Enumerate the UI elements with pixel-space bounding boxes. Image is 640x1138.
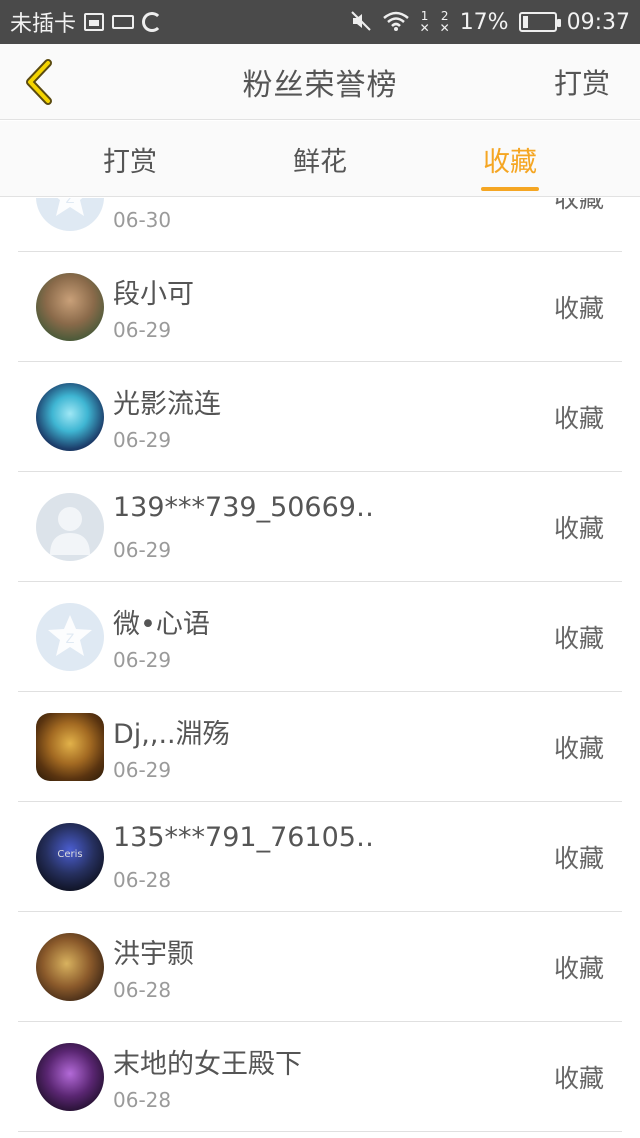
sync-icon — [142, 12, 163, 32]
nav-bar: 粉丝荣誉榜 打赏 — [0, 44, 640, 120]
back-button[interactable] — [12, 54, 68, 110]
fan-date: 06-29 — [113, 318, 172, 342]
purple-avatar — [36, 1043, 104, 1111]
svg-text:Z: Z — [66, 630, 75, 646]
fan-name: 段小可 — [113, 279, 194, 310]
sim1-signal-icon: 1 ✕ — [419, 9, 430, 35]
qq-default-avatar: Z — [36, 603, 104, 671]
tab-bar: 打赏 鲜花 收藏 — [0, 121, 640, 197]
fan-date: 06-29 — [113, 428, 172, 452]
photo-avatar — [36, 273, 104, 341]
warm-avatar — [36, 933, 104, 1001]
fan-date: 06-28 — [113, 978, 172, 1002]
list-item[interactable]: 洪宇颢 06-28 收藏 — [18, 912, 622, 1022]
fan-action-label: 收藏 — [553, 1064, 604, 1093]
list-item[interactable]: 光影流连 06-29 收藏 — [18, 362, 622, 472]
fan-date: 06-29 — [113, 538, 172, 562]
wifi-icon — [382, 10, 410, 35]
fan-name: 光影流连 — [113, 389, 221, 420]
battery-icon — [518, 12, 561, 32]
fan-action-label: 收藏 — [553, 624, 604, 653]
tab-label: 打赏 — [103, 146, 157, 178]
status-bar: 未插卡 1 ✕ 2 ✕ 17% 09:37 — [0, 0, 640, 44]
page-title: 粉丝荣誉榜 — [242, 67, 398, 103]
fan-name: Dj,,..淵殇 — [113, 719, 230, 750]
fan-name: 末地的女王殿下 — [113, 1049, 302, 1080]
fan-action-label: 收藏 — [553, 954, 604, 983]
fan-date: 06-30 — [113, 208, 172, 232]
fan-name: 微•心语 — [113, 609, 210, 640]
fan-action-label: 收藏 — [553, 294, 604, 323]
tab-label: 鲜花 — [293, 146, 347, 178]
fan-date: 06-29 — [113, 648, 172, 672]
active-tab-indicator — [481, 187, 539, 191]
fan-action-label: 收藏 — [553, 514, 604, 543]
list-item[interactable]: Dj,,..淵殇 06-29 收藏 — [18, 692, 622, 802]
list-item[interactable]: Z 06-30 收藏 — [18, 198, 622, 252]
mute-icon — [350, 10, 372, 35]
tab-flowers[interactable]: 鲜花 — [250, 121, 390, 197]
tab-reward[interactable]: 打赏 — [60, 121, 200, 197]
list-item[interactable]: Z 微•心语 06-29 收藏 — [18, 582, 622, 692]
fan-date: 06-28 — [113, 868, 172, 892]
fan-name: 139***739_50669… — [113, 492, 373, 523]
battery-percent: 17% — [459, 9, 509, 35]
fan-name: 135***791_76105… — [113, 822, 373, 853]
fan-list[interactable]: Z 06-30 收藏 段小可 06-29 收藏 光影流连 06-29 收藏 13… — [0, 198, 640, 1138]
fan-action-label: 收藏 — [553, 198, 604, 213]
sim-card-icon — [84, 13, 105, 31]
clock: 09:37 — [566, 9, 630, 35]
fan-date: 06-28 — [113, 1088, 172, 1112]
fan-action-label: 收藏 — [553, 844, 604, 873]
keyboard-icon — [112, 15, 135, 29]
default-person-avatar — [36, 493, 104, 561]
avatar-text: Ceris — [57, 849, 83, 860]
fan-action-label: 收藏 — [553, 734, 604, 763]
list-item[interactable]: 139***739_50669… 06-29 收藏 — [18, 472, 622, 582]
carrier-text: 未插卡 — [10, 12, 77, 37]
fan-date: 06-29 — [113, 758, 172, 782]
chevron-left-icon — [26, 59, 52, 105]
monster-avatar — [36, 713, 104, 781]
fan-list-content: Z 06-30 收藏 段小可 06-29 收藏 光影流连 06-29 收藏 13… — [0, 198, 640, 1132]
reward-button[interactable]: 打赏 — [554, 44, 610, 120]
fan-action-label: 收藏 — [553, 404, 604, 433]
list-item[interactable]: Ceris 135***791_76105… 06-28 收藏 — [18, 802, 622, 912]
tab-label: 收藏 — [483, 146, 537, 178]
svg-text:Z: Z — [66, 198, 75, 206]
anime-avatar — [36, 383, 104, 451]
fan-name: 洪宇颢 — [113, 939, 194, 970]
qq-default-avatar: Z — [36, 198, 104, 231]
dark-avatar: Ceris — [36, 823, 104, 891]
list-item[interactable]: 段小可 06-29 收藏 — [18, 252, 622, 362]
list-item[interactable]: 末地的女王殿下 06-28 收藏 — [18, 1022, 622, 1132]
tab-favorites[interactable]: 收藏 — [440, 121, 580, 197]
sim2-signal-icon: 2 ✕ — [439, 9, 450, 35]
